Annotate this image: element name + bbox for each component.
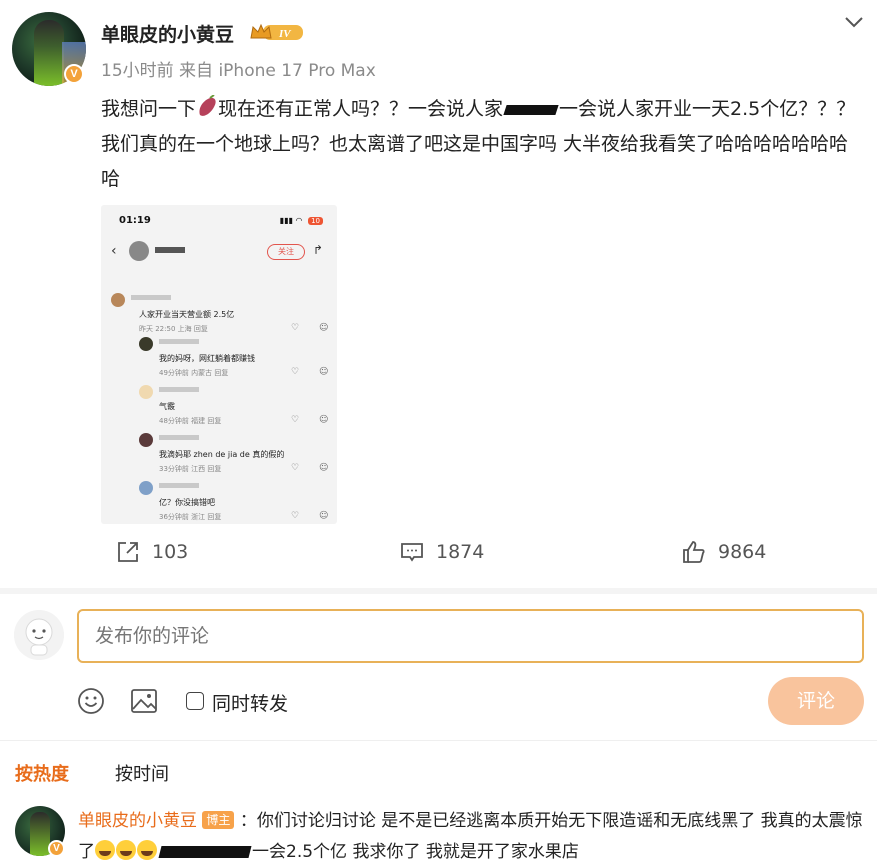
default-avatar-icon [14,610,64,660]
section-divider [0,588,877,594]
emoji-icon[interactable] [77,687,105,715]
comment-meta: 昨天 22:50 上海 回复 [139,325,208,333]
embedded-follow-button: 关注 [267,244,305,260]
heart-icon: ♡ [291,511,300,521]
comment-name-blur [159,483,199,488]
comment-avatar [139,481,153,495]
post-image[interactable]: 01:19 ▮▮▮ ◠ 10 ‹ 关注 ↱ 人家开业当天营业额 2.5亿 昨天 … [101,205,337,524]
heart-icon: ♡ [291,415,300,425]
repost-button[interactable]: 103 [116,538,236,566]
embedded-nav: ‹ 关注 ↱ [111,241,329,263]
laugh-cry-emoji-icon [116,840,136,860]
author-tag: 博主 [202,811,235,829]
smile-icon: ☺ [319,323,329,333]
repost-count: 103 [152,541,189,563]
comment-text: 我的妈呀，网红躺着都赚钱 [159,354,255,363]
laugh-cry-emoji-icon [95,840,115,860]
comment-text-part2: 一会2.5个亿 我求你了 我就是开了家水果店 [252,842,579,862]
repost-checkbox[interactable] [186,692,204,710]
comment-text: 我滴妈耶 zhen de jia de 真的假的 [159,450,285,459]
current-user-avatar [14,610,64,660]
embedded-comment: 人家开业当天营业额 2.5亿 昨天 22:50 上海 回复 ♡ ☺ [111,293,331,333]
comment-avatar [111,293,125,307]
post-text-part1: 我想问一下 [101,98,197,120]
comment-icon [401,543,423,562]
comment-input[interactable] [77,609,864,663]
embedded-comment: 气霰 48分钟前 福建 回复 ♡ ☺ [139,385,331,425]
comment-meta: 36分钟前 浙江 回复 [159,513,222,521]
verified-badge: V [64,64,84,84]
post-text-part2: 现在还有正常人吗？？一会说人家 [218,98,504,120]
embedded-comment: 我滴妈耶 zhen de jia de 真的假的 33分钟前 江西 回复 ♡ ☺ [139,433,331,473]
comment-count: 1874 [436,541,485,563]
repost-checkbox-label[interactable]: 同时转发 [212,689,288,716]
verified-badge: V [48,840,65,857]
embedded-comment: 亿？你没搞错吧 36分钟前 浙江 回复 ♡ ☺ [139,481,331,521]
author-name[interactable]: 单眼皮的小黄豆 [101,20,234,47]
level-crown-icon: IV [250,23,303,40]
like-count: 9864 [718,541,767,563]
post-text: 我想问一下 现在还有正常人吗？？一会说人家 一会说人家开业一天2.5个亿？？？我们真… [101,92,863,197]
avatar-figure [34,20,64,86]
comment-text: 亿？你没搞错吧 [159,498,215,507]
heart-icon: ♡ [291,367,300,377]
comment-avatar [139,433,153,447]
commenter-name[interactable]: 单眼皮的小黄豆 [78,811,197,831]
tab-sort-hot[interactable]: 按热度 [15,760,69,786]
battery-badge: 10 [308,217,323,225]
smile-icon: ☺ [319,511,329,521]
chevron-down-icon[interactable] [842,12,866,32]
embedded-avatar [129,241,149,261]
comment-item: 单眼皮的小黄豆 博主 ：你们讨论归讨论 是不是已经逃离本质开始无下限造谣和无底线… [78,806,864,865]
smile-icon: ☺ [319,415,329,425]
comment-name-blur [159,435,199,440]
comment-avatar [139,337,153,351]
level-text: IV [278,28,292,40]
thumbs-up-icon [683,541,705,563]
tab-sort-time[interactable]: 按时间 [115,760,169,786]
embedded-name-blur [155,247,185,253]
image-icon[interactable] [130,687,158,715]
comment-avatar [139,385,153,399]
comment-button[interactable]: 1874 [400,538,540,566]
comment-name-blur [159,339,199,344]
comment-name-blur [131,295,171,300]
embedded-status-icons: ▮▮▮ ◠ 10 [280,216,323,225]
sort-divider [0,740,877,741]
comment-meta: 49分钟前 内蒙古 回复 [159,369,229,377]
post-meta: 15小时前 来自 iPhone 17 Pro Max [101,61,376,81]
back-icon: ‹ [111,243,117,259]
embedded-comment: 我的妈呀，网红躺着都赚钱 49分钟前 内蒙古 回复 ♡ ☺ [139,337,331,377]
laugh-cry-emoji-icon [137,840,157,860]
comment-meta: 33分钟前 江西 回复 [159,465,222,473]
embedded-time: 01:19 [119,215,151,226]
repost-icon [118,542,138,562]
smile-icon: ☺ [319,463,329,473]
comment-meta: 48分钟前 福建 回复 [159,417,222,425]
heart-icon: ♡ [291,323,300,333]
smile-icon: ☺ [319,367,329,377]
submit-comment-button[interactable]: 评论 [768,677,864,725]
comment-text: 气霰 [159,402,175,411]
share-icon: ↱ [313,243,324,257]
heart-icon: ♡ [291,463,300,473]
redaction-mark [503,104,559,115]
comment-name-blur [159,387,199,392]
comment-text: 人家开业当天营业额 2.5亿 [139,310,235,319]
avatar-figure [30,812,50,856]
sweet-potato-icon [199,95,216,116]
redaction-mark [158,846,252,858]
like-button[interactable]: 9864 [682,538,822,566]
